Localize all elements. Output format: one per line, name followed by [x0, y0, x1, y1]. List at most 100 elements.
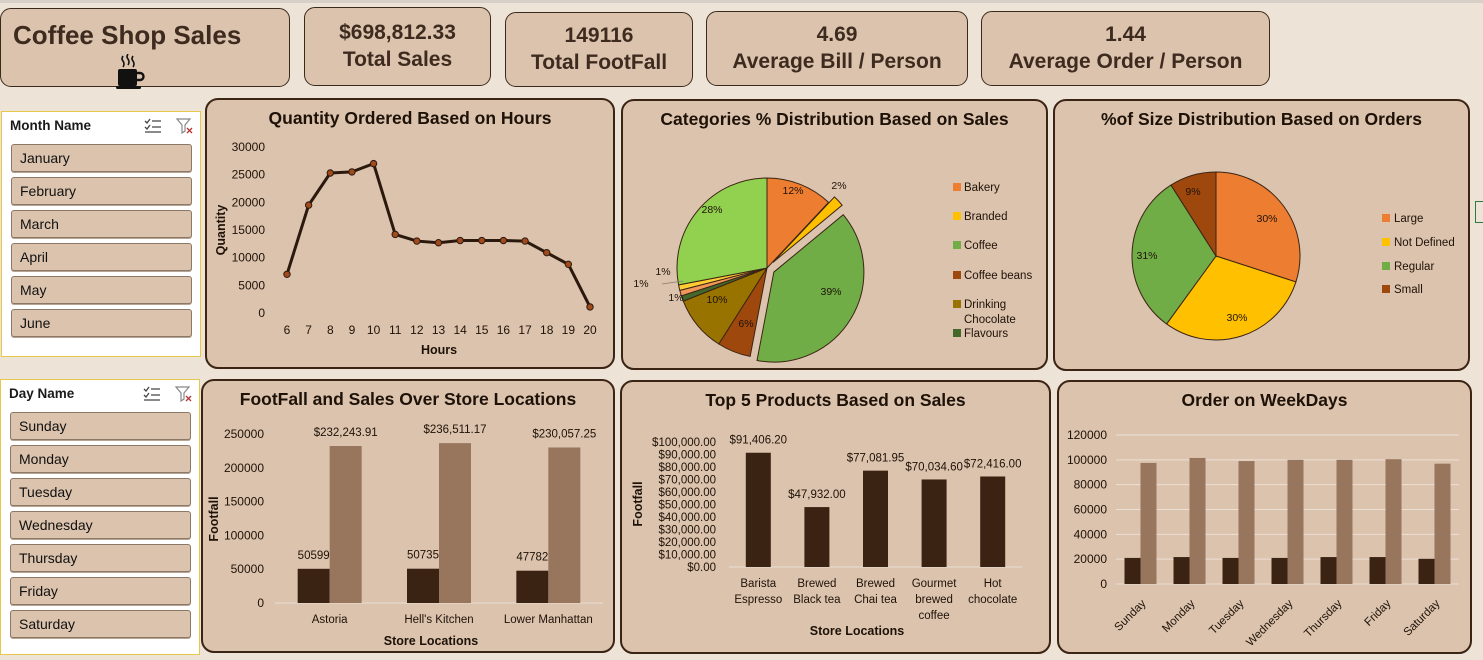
x-tick-label: 9	[349, 323, 356, 337]
legend-label: Regular	[1394, 261, 1434, 273]
coffee-cup-icon	[116, 54, 145, 89]
data-point	[283, 270, 291, 278]
y-tick-label: 100000	[224, 528, 264, 542]
bar	[1271, 557, 1288, 584]
slicer-item-sunday[interactable]: Sunday	[10, 412, 191, 440]
categories-plot: 12% 2%39%6%10%1%1%1%28%BakeryBrandedCoffe…	[633, 177, 1032, 363]
data-label: 30%	[1256, 213, 1277, 225]
slicer-item-tuesday[interactable]: Tuesday	[10, 478, 191, 506]
x-tick-label: Espresso	[734, 594, 782, 606]
x-tick-label: 10	[367, 323, 381, 337]
y-tick-label: 40000	[1074, 527, 1108, 541]
hours-plot: 0 5000 10000 15000 20000 25000 30000 6 7 8 9 10 11 12…	[214, 140, 597, 357]
month-slicer: Month Name January February March April May J…	[1, 111, 201, 357]
bar	[439, 443, 471, 603]
y-tick-label: $50,000.00	[658, 500, 716, 512]
y-tick-label: 20000	[1074, 552, 1108, 566]
kpi-value: 1.44	[1105, 23, 1146, 47]
data-label: $236,511.17	[423, 424, 486, 436]
y-tick-label: 5000	[238, 278, 265, 292]
x-tick-label: Thursday	[1302, 597, 1345, 640]
slicer-item-saturday[interactable]: Saturday	[10, 610, 191, 638]
clear-filter-icon[interactable]	[175, 386, 193, 402]
clear-filter-icon[interactable]	[176, 118, 194, 134]
multi-select-icon[interactable]	[144, 118, 162, 134]
bar	[863, 470, 888, 567]
sheet-top-border	[0, 0, 1483, 3]
kpi-label: Total FootFall	[530, 50, 668, 74]
data-point	[326, 169, 334, 177]
locations-plot: 0 50000 100000 150000 200000 250000 50599 $232,…	[207, 424, 603, 648]
pie-slice	[676, 177, 768, 286]
y-tick-label: 0	[257, 596, 264, 610]
slicer-item-january[interactable]: January	[11, 144, 192, 172]
data-label: 1%	[655, 266, 670, 278]
slicer-item-april[interactable]: April	[11, 243, 192, 271]
kpi-value: $698,812.33	[339, 21, 456, 45]
slicer-item-thursday[interactable]: Thursday	[10, 544, 191, 572]
y-tick-label: $90,000.00	[658, 450, 716, 462]
legend-swatch	[1382, 238, 1390, 246]
data-label: 6%	[738, 318, 753, 330]
kpi-total-sales: $698,812.33 Total Sales	[304, 7, 491, 86]
x-tick-label: coffee	[919, 610, 950, 622]
x-tick-label: 15	[475, 323, 489, 337]
multi-select-icon[interactable]	[143, 386, 161, 402]
y-axis-label: Quantity	[214, 205, 228, 256]
y-tick-label: $30,000.00	[658, 525, 716, 537]
data-point	[369, 159, 378, 168]
legend-swatch	[1382, 262, 1390, 270]
x-tick-label: 20	[583, 323, 597, 337]
day-slicer: Day Name Sunday Monday Tuesday Wednesday Thu…	[0, 379, 200, 655]
x-tick-label: 14	[453, 323, 467, 337]
bar	[804, 507, 830, 567]
legend-label: Drinking	[964, 299, 1006, 311]
data-label: $70,034.60	[905, 461, 963, 473]
kpi-label: Average Order / Person	[1008, 49, 1243, 73]
data-label: 50599	[298, 550, 330, 562]
legend-label: Flavours	[964, 328, 1008, 340]
x-tick-label: Tuesday	[1207, 597, 1247, 637]
slicer-item-friday[interactable]: Friday	[10, 577, 191, 605]
y-tick-label: $100,000.00	[652, 437, 716, 449]
x-tick-label: 13	[432, 323, 446, 337]
y-tick-label: 30000	[232, 140, 266, 154]
data-point	[564, 260, 573, 269]
y-tick-label: 0	[1100, 577, 1107, 591]
slicer-item-march[interactable]: March	[11, 210, 192, 238]
data-point	[413, 237, 421, 245]
slicer-item-february[interactable]: February	[11, 177, 192, 205]
x-tick-label: 18	[540, 323, 554, 337]
title-card: Coffee Shop Sales	[0, 8, 290, 89]
bar	[1124, 557, 1141, 584]
y-tick-label: 80000	[1074, 478, 1108, 492]
x-tick-label: Black tea	[793, 594, 841, 606]
data-label: $91,406.20	[730, 435, 788, 447]
bar	[1336, 459, 1353, 584]
data-point	[478, 236, 486, 245]
bar	[407, 568, 439, 603]
cell-selection-marker	[1475, 201, 1483, 223]
kpi-average-bill: 4.69 Average Bill / Person	[706, 11, 968, 86]
x-tick-label: Chai tea	[854, 594, 897, 606]
x-tick-label: Wednesday	[1244, 597, 1295, 648]
slicer-item-may[interactable]: May	[11, 276, 192, 304]
data-label: 1%	[633, 278, 648, 290]
x-tick-label: Gourmet	[912, 578, 958, 590]
y-tick-label: 50000	[231, 562, 265, 576]
data-label: 9%	[1185, 186, 1200, 198]
bar	[745, 452, 771, 567]
x-tick-label: 12	[410, 323, 424, 337]
legend-swatch	[953, 212, 961, 220]
slicer-item-wednesday[interactable]: Wednesday	[10, 511, 191, 539]
bar	[329, 446, 362, 603]
x-tick-label: Barista	[740, 578, 776, 590]
weekdays-plot: 0 20000 40000 60000 80000 100000 120000 Sunday M…	[1067, 428, 1459, 649]
kpi-label: Total Sales	[342, 47, 453, 71]
slicer-item-june[interactable]: June	[11, 309, 192, 337]
data-label: 12%	[782, 185, 803, 197]
kpi-value: 4.69	[816, 23, 858, 47]
slicer-item-monday[interactable]: Monday	[10, 445, 191, 473]
bar	[1385, 459, 1402, 584]
y-tick-label: 10000	[232, 251, 266, 265]
